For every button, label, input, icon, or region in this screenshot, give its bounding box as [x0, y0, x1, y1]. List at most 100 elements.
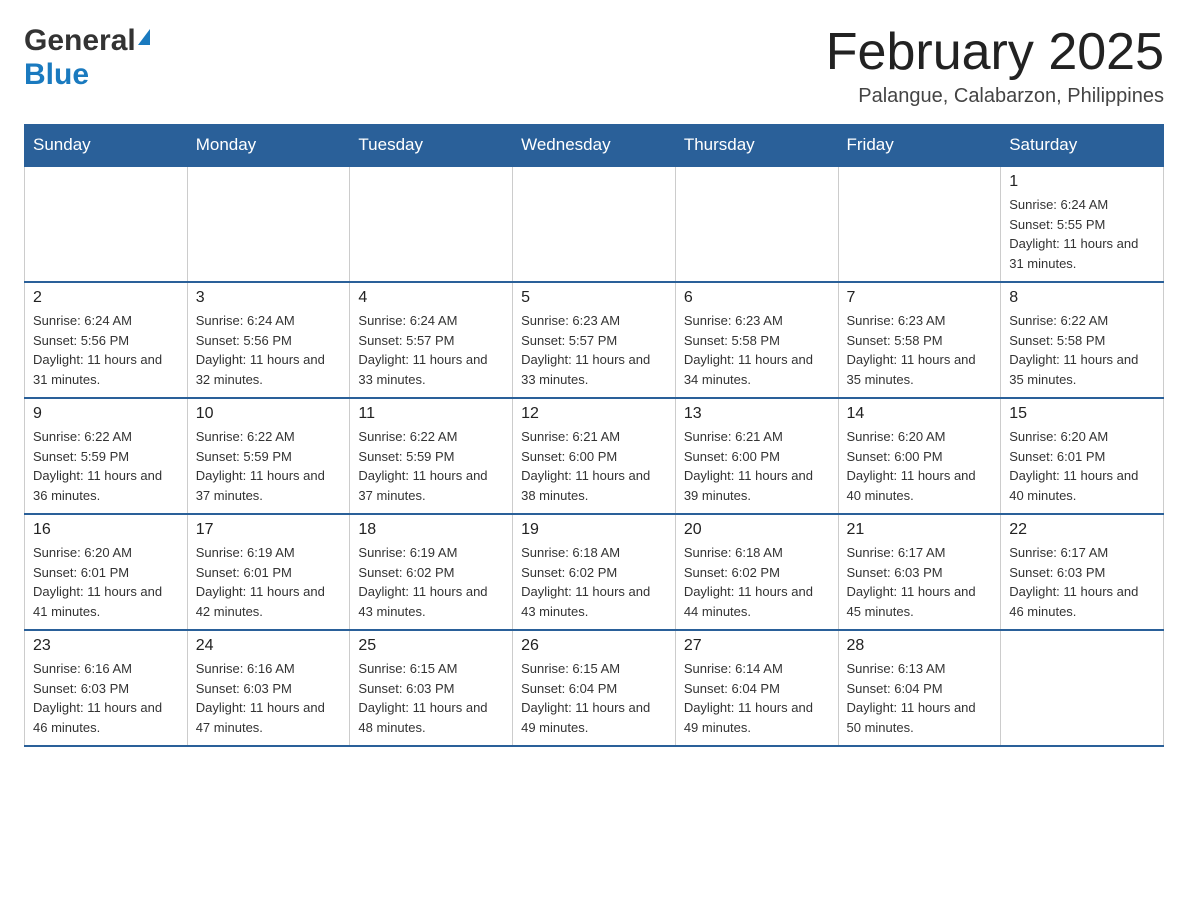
day-number: 23 [33, 637, 179, 655]
day-info: Sunrise: 6:23 AMSunset: 5:58 PMDaylight:… [847, 311, 993, 389]
day-number: 15 [1009, 405, 1155, 423]
day-number: 4 [358, 289, 504, 307]
logo-general: General [24, 24, 136, 58]
day-number: 8 [1009, 289, 1155, 307]
calendar-cell: 9 Sunrise: 6:22 AMSunset: 5:59 PMDaylight… [25, 398, 188, 514]
day-info: Sunrise: 6:22 AMSunset: 5:59 PMDaylight:… [33, 427, 179, 505]
logo: General Blue [24, 24, 150, 92]
day-number: 25 [358, 637, 504, 655]
day-number: 10 [196, 405, 342, 423]
day-info: Sunrise: 6:19 AMSunset: 6:02 PMDaylight:… [358, 543, 504, 621]
day-info: Sunrise: 6:20 AMSunset: 6:00 PMDaylight:… [847, 427, 993, 505]
day-info: Sunrise: 6:19 AMSunset: 6:01 PMDaylight:… [196, 543, 342, 621]
calendar-cell: 4 Sunrise: 6:24 AMSunset: 5:57 PMDaylight… [350, 282, 513, 398]
calendar-cell: 14 Sunrise: 6:20 AMSunset: 6:00 PMDayligh… [838, 398, 1001, 514]
calendar-week-2: 2 Sunrise: 6:24 AMSunset: 5:56 PMDaylight… [25, 282, 1164, 398]
day-info: Sunrise: 6:17 AMSunset: 6:03 PMDaylight:… [847, 543, 993, 621]
calendar-table: SundayMondayTuesdayWednesdayThursdayFrid… [24, 124, 1164, 747]
calendar-cell: 11 Sunrise: 6:22 AMSunset: 5:59 PMDayligh… [350, 398, 513, 514]
calendar-cell: 13 Sunrise: 6:21 AMSunset: 6:00 PMDayligh… [675, 398, 838, 514]
day-info: Sunrise: 6:17 AMSunset: 6:03 PMDaylight:… [1009, 543, 1155, 621]
day-info: Sunrise: 6:16 AMSunset: 6:03 PMDaylight:… [33, 659, 179, 737]
day-number: 5 [521, 289, 667, 307]
calendar-cell: 20 Sunrise: 6:18 AMSunset: 6:02 PMDayligh… [675, 514, 838, 630]
day-number: 20 [684, 521, 830, 539]
calendar-cell: 10 Sunrise: 6:22 AMSunset: 5:59 PMDayligh… [187, 398, 350, 514]
day-number: 27 [684, 637, 830, 655]
day-info: Sunrise: 6:22 AMSunset: 5:59 PMDaylight:… [196, 427, 342, 505]
day-info: Sunrise: 6:23 AMSunset: 5:57 PMDaylight:… [521, 311, 667, 389]
day-info: Sunrise: 6:20 AMSunset: 6:01 PMDaylight:… [1009, 427, 1155, 505]
day-info: Sunrise: 6:24 AMSunset: 5:56 PMDaylight:… [196, 311, 342, 389]
day-info: Sunrise: 6:23 AMSunset: 5:58 PMDaylight:… [684, 311, 830, 389]
title-block: February 2025 Palangue, Calabarzon, Phil… [826, 24, 1164, 108]
calendar-header-tuesday: Tuesday [350, 125, 513, 167]
day-number: 3 [196, 289, 342, 307]
calendar-header-friday: Friday [838, 125, 1001, 167]
calendar-cell [25, 166, 188, 282]
calendar-cell: 28 Sunrise: 6:13 AMSunset: 6:04 PMDayligh… [838, 630, 1001, 746]
calendar-header-sunday: Sunday [25, 125, 188, 167]
day-info: Sunrise: 6:21 AMSunset: 6:00 PMDaylight:… [521, 427, 667, 505]
calendar-header-thursday: Thursday [675, 125, 838, 167]
day-info: Sunrise: 6:16 AMSunset: 6:03 PMDaylight:… [196, 659, 342, 737]
day-info: Sunrise: 6:14 AMSunset: 6:04 PMDaylight:… [684, 659, 830, 737]
calendar-cell [675, 166, 838, 282]
day-info: Sunrise: 6:21 AMSunset: 6:00 PMDaylight:… [684, 427, 830, 505]
day-info: Sunrise: 6:22 AMSunset: 5:59 PMDaylight:… [358, 427, 504, 505]
calendar-cell: 17 Sunrise: 6:19 AMSunset: 6:01 PMDayligh… [187, 514, 350, 630]
calendar-cell [513, 166, 676, 282]
day-number: 11 [358, 405, 504, 423]
calendar-cell: 21 Sunrise: 6:17 AMSunset: 6:03 PMDayligh… [838, 514, 1001, 630]
day-info: Sunrise: 6:18 AMSunset: 6:02 PMDaylight:… [521, 543, 667, 621]
day-number: 9 [33, 405, 179, 423]
day-info: Sunrise: 6:24 AMSunset: 5:56 PMDaylight:… [33, 311, 179, 389]
calendar-cell: 22 Sunrise: 6:17 AMSunset: 6:03 PMDayligh… [1001, 514, 1164, 630]
day-number: 18 [358, 521, 504, 539]
day-number: 12 [521, 405, 667, 423]
calendar-cell: 26 Sunrise: 6:15 AMSunset: 6:04 PMDayligh… [513, 630, 676, 746]
calendar-cell: 5 Sunrise: 6:23 AMSunset: 5:57 PMDaylight… [513, 282, 676, 398]
day-number: 17 [196, 521, 342, 539]
calendar-header-saturday: Saturday [1001, 125, 1164, 167]
calendar-cell: 15 Sunrise: 6:20 AMSunset: 6:01 PMDayligh… [1001, 398, 1164, 514]
calendar-week-1: 1 Sunrise: 6:24 AMSunset: 5:55 PMDaylight… [25, 166, 1164, 282]
day-number: 19 [521, 521, 667, 539]
day-number: 1 [1009, 173, 1155, 191]
page-header: General Blue February 2025 Palangue, Cal… [24, 24, 1164, 108]
day-number: 22 [1009, 521, 1155, 539]
calendar-cell: 18 Sunrise: 6:19 AMSunset: 6:02 PMDayligh… [350, 514, 513, 630]
day-number: 2 [33, 289, 179, 307]
day-info: Sunrise: 6:24 AMSunset: 5:55 PMDaylight:… [1009, 195, 1155, 273]
day-info: Sunrise: 6:15 AMSunset: 6:04 PMDaylight:… [521, 659, 667, 737]
calendar-cell: 16 Sunrise: 6:20 AMSunset: 6:01 PMDayligh… [25, 514, 188, 630]
logo-triangle-icon [138, 29, 150, 45]
calendar-cell: 7 Sunrise: 6:23 AMSunset: 5:58 PMDaylight… [838, 282, 1001, 398]
calendar-cell [187, 166, 350, 282]
calendar-header-wednesday: Wednesday [513, 125, 676, 167]
calendar-week-3: 9 Sunrise: 6:22 AMSunset: 5:59 PMDaylight… [25, 398, 1164, 514]
day-number: 14 [847, 405, 993, 423]
day-number: 6 [684, 289, 830, 307]
day-number: 21 [847, 521, 993, 539]
calendar-cell: 1 Sunrise: 6:24 AMSunset: 5:55 PMDaylight… [1001, 166, 1164, 282]
day-info: Sunrise: 6:24 AMSunset: 5:57 PMDaylight:… [358, 311, 504, 389]
day-info: Sunrise: 6:20 AMSunset: 6:01 PMDaylight:… [33, 543, 179, 621]
calendar-week-4: 16 Sunrise: 6:20 AMSunset: 6:01 PMDayligh… [25, 514, 1164, 630]
calendar-cell: 12 Sunrise: 6:21 AMSunset: 6:00 PMDayligh… [513, 398, 676, 514]
logo-blue: Blue [24, 58, 89, 91]
day-number: 24 [196, 637, 342, 655]
day-number: 16 [33, 521, 179, 539]
calendar-cell: 25Sunrise: 6:15 AMSunset: 6:03 PMDayligh… [350, 630, 513, 746]
day-number: 28 [847, 637, 993, 655]
day-info: Sunrise: 6:13 AMSunset: 6:04 PMDaylight:… [847, 659, 993, 737]
day-number: 13 [684, 405, 830, 423]
day-number: 26 [521, 637, 667, 655]
calendar-cell: 6 Sunrise: 6:23 AMSunset: 5:58 PMDaylight… [675, 282, 838, 398]
location: Palangue, Calabarzon, Philippines [826, 85, 1164, 108]
calendar-cell [838, 166, 1001, 282]
day-number: 7 [847, 289, 993, 307]
day-info: Sunrise: 6:18 AMSunset: 6:02 PMDaylight:… [684, 543, 830, 621]
calendar-cell: 27 Sunrise: 6:14 AMSunset: 6:04 PMDayligh… [675, 630, 838, 746]
calendar-header-monday: Monday [187, 125, 350, 167]
